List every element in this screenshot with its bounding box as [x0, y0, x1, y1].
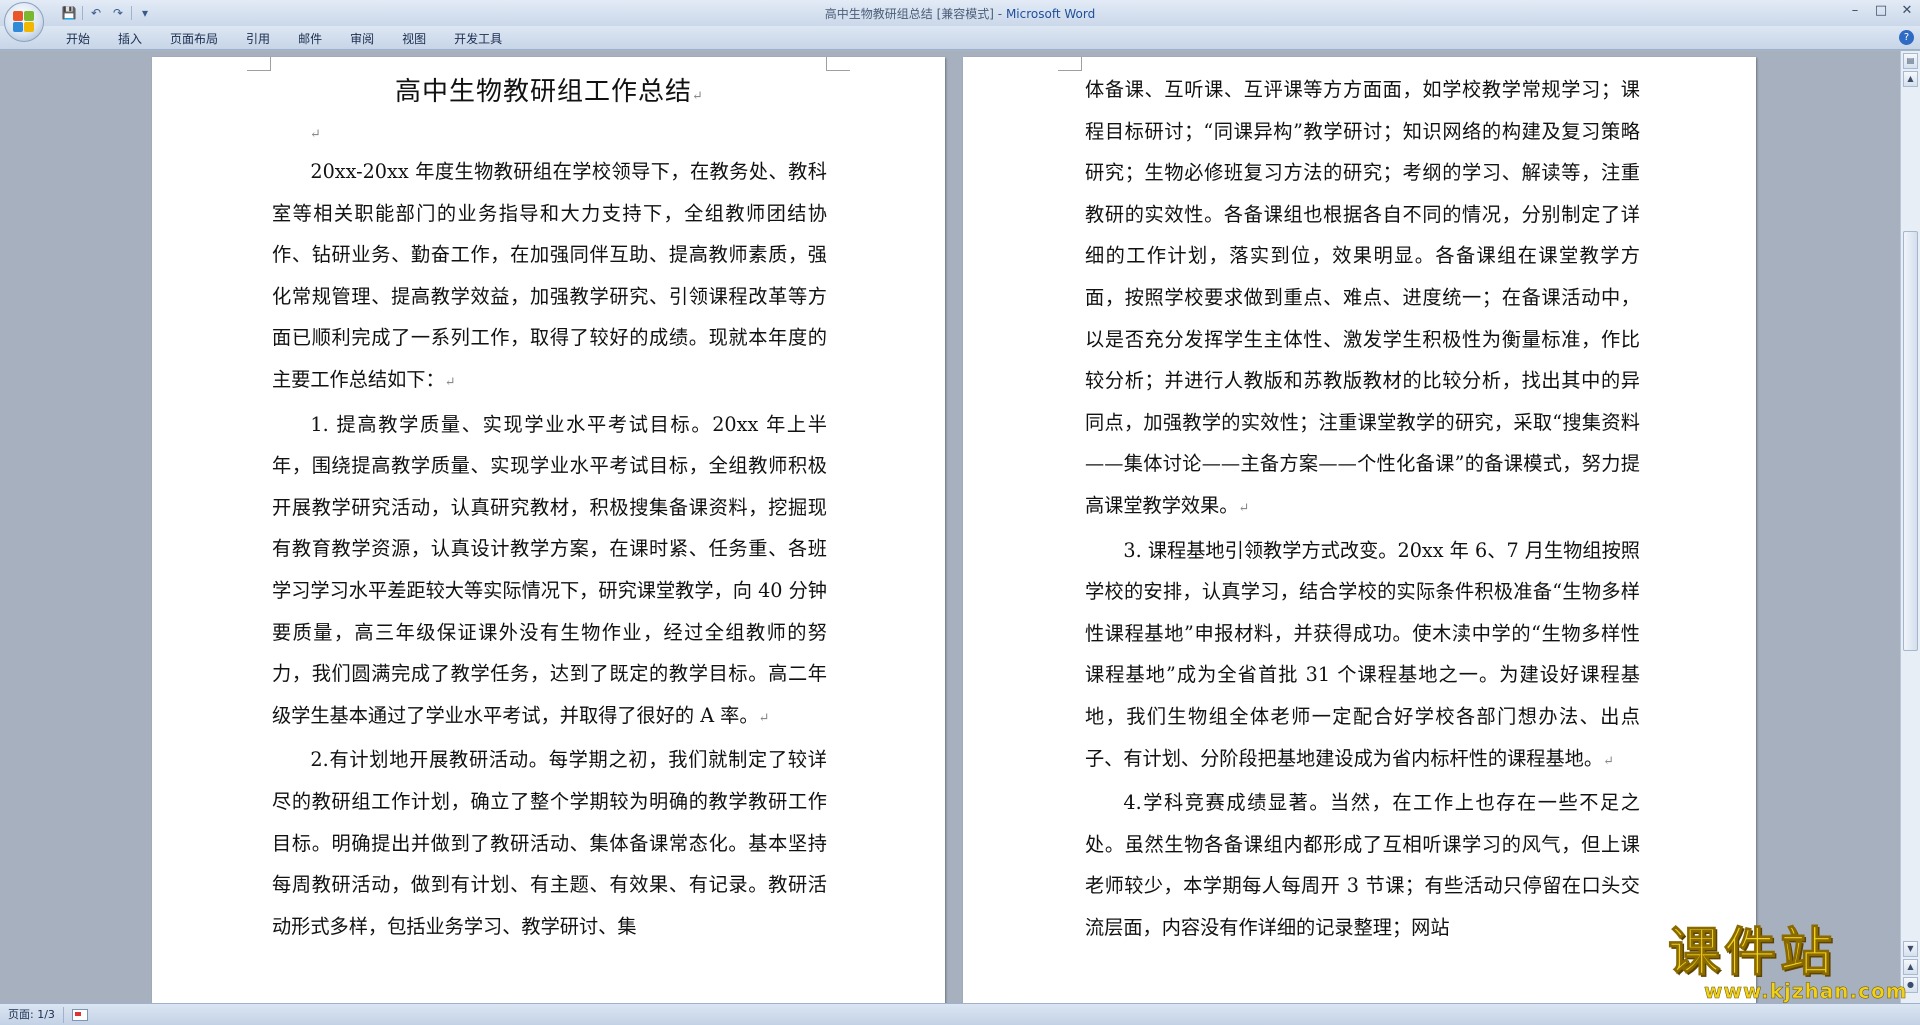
paragraph-mark: ↵ [310, 127, 321, 142]
scroll-up-icon[interactable]: ▲ [1903, 71, 1918, 87]
title-bar: 💾 ↶ ↷ ▾ 高中生物教研组总结 [兼容模式] - Microsoft Wor… [0, 0, 1920, 42]
paragraph-mark: ↵ [758, 710, 770, 726]
ribbon-tabs: 开始 插入 页面布局 引用 邮件 审阅 视图 开发工具 [52, 30, 516, 48]
word-window: 💾 ↶ ↷ ▾ 高中生物教研组总结 [兼容模式] - Microsoft Wor… [0, 0, 1920, 1025]
body-paragraph: 20xx-20xx 年度生物教研组在学校领导下，在教务处、教科室等相关职能部门的… [272, 151, 827, 404]
body-paragraph: 4.学科竞赛成绩显著。当然，在工作上也存在一些不足之处。虽然生物各备课组内都形成… [1085, 782, 1640, 948]
site-watermark: 课件站 www.kjzhan.com [1668, 925, 1908, 1005]
tab-developer[interactable]: 开发工具 [440, 30, 516, 48]
tab-references[interactable]: 引用 [232, 30, 284, 48]
paragraph-mark: ↵ [444, 374, 456, 390]
body-paragraph: 3. 课程基地引领教学方式改变。20xx 年 6、7 月生物组按照学校的安排，认… [1085, 530, 1640, 783]
app-name: Microsoft Word [1005, 7, 1096, 21]
paragraph-mark: ↵ [1238, 500, 1250, 516]
scroll-thumb[interactable] [1903, 231, 1918, 651]
office-logo-icon [13, 11, 35, 33]
paragraph-mark: ↵ [1603, 753, 1614, 769]
close-button[interactable]: ✕ [1894, 0, 1920, 20]
margin-corner-mark [826, 57, 850, 71]
status-bar: 页面: 1/3 [0, 1003, 1920, 1025]
document-name: 高中生物教研组总结 [兼容模式] [824, 7, 994, 21]
margin-corner-mark [1058, 57, 1082, 71]
page-content: 体备课、互听课、互评课等方方面面，如学校教学常规学习；课程目标研讨；“同课异构”… [1085, 69, 1640, 948]
help-icon[interactable]: ? [1899, 30, 1914, 45]
paragraph-text: 4.学科竞赛成绩显著。当然，在工作上也存在一些不足之处。虽然生物各备课组内都形成… [1085, 791, 1640, 939]
paragraph-text: 20xx-20xx 年度生物教研组在学校领导下，在教务处、教科室等相关职能部门的… [272, 160, 827, 391]
page-count-status[interactable]: 页面: 1/3 [0, 1006, 64, 1023]
paragraph-text: 3. 课程基地引领教学方式改变。20xx 年 6、7 月生物组按照学校的安排，认… [1085, 538, 1640, 770]
watermark-logo-text: 课件站 [1668, 923, 1837, 983]
window-title: 高中生物教研组总结 [兼容模式] - Microsoft Word [0, 5, 1920, 22]
maximize-button[interactable]: □ [1868, 0, 1894, 20]
tab-view[interactable]: 视图 [388, 30, 440, 48]
paragraph-text: 1. 提高教学质量、实现学业水平考试目标。20xx 年上半年，围绕提高教学质量、… [272, 412, 827, 727]
body-paragraph: 体备课、互听课、互评课等方方面面，如学校教学常规学习；课程目标研讨；“同课异构”… [1085, 69, 1640, 530]
document-area: 高中生物教研组工作总结↵ ↵ 20xx-20xx 年度生物教研组在学校领导下，在… [0, 51, 1900, 1003]
window-controls: – □ ✕ [1842, 0, 1920, 22]
document-title-text: 高中生物教研组工作总结 [395, 77, 693, 107]
document-title: 高中生物教研组工作总结↵ [272, 69, 827, 119]
page-content: 高中生物教研组工作总结↵ ↵ 20xx-20xx 年度生物教研组在学校领导下，在… [272, 69, 827, 947]
ruler-toggle-icon[interactable]: ▤ [1903, 53, 1918, 69]
document-page-1[interactable]: 高中生物教研组工作总结↵ ↵ 20xx-20xx 年度生物教研组在学校领导下，在… [152, 57, 945, 1003]
paragraph-mark: ↵ [692, 89, 704, 104]
empty-paragraph: ↵ [272, 119, 827, 151]
proofing-status-icon[interactable] [71, 1008, 88, 1021]
paragraph-text: 体备课、互听课、互评课等方方面面，如学校教学常规学习；课程目标研讨；“同课异构”… [1085, 78, 1640, 517]
ribbon-tabs-bar: 开始 插入 页面布局 引用 邮件 审阅 视图 开发工具 ? [0, 26, 1920, 50]
watermark-url: www.kjzhan.com [1704, 979, 1908, 1003]
tab-insert[interactable]: 插入 [104, 30, 156, 48]
tab-review[interactable]: 审阅 [336, 30, 388, 48]
office-button[interactable] [4, 2, 44, 42]
paragraph-text: 2.有计划地开展教研活动。每学期之初，我们就制定了较详尽的教研组工作计划，确立了… [272, 748, 827, 938]
tab-mailings[interactable]: 邮件 [284, 30, 336, 48]
vertical-scrollbar[interactable]: ▤ ▲ ▼ ▲ ● [1900, 51, 1920, 1003]
body-paragraph: 2.有计划地开展教研活动。每学期之初，我们就制定了较详尽的教研组工作计划，确立了… [272, 739, 827, 947]
tab-home[interactable]: 开始 [52, 30, 104, 48]
document-page-2[interactable]: 体备课、互听课、互评课等方方面面，如学校教学常规学习；课程目标研讨；“同课异构”… [963, 57, 1756, 1003]
title-separator: - [993, 7, 1006, 21]
body-paragraph: 1. 提高教学质量、实现学业水平考试目标。20xx 年上半年，围绕提高教学质量、… [272, 404, 827, 740]
tab-page-layout[interactable]: 页面布局 [156, 30, 232, 48]
margin-corner-mark [247, 57, 271, 71]
minimize-button[interactable]: – [1842, 0, 1868, 20]
